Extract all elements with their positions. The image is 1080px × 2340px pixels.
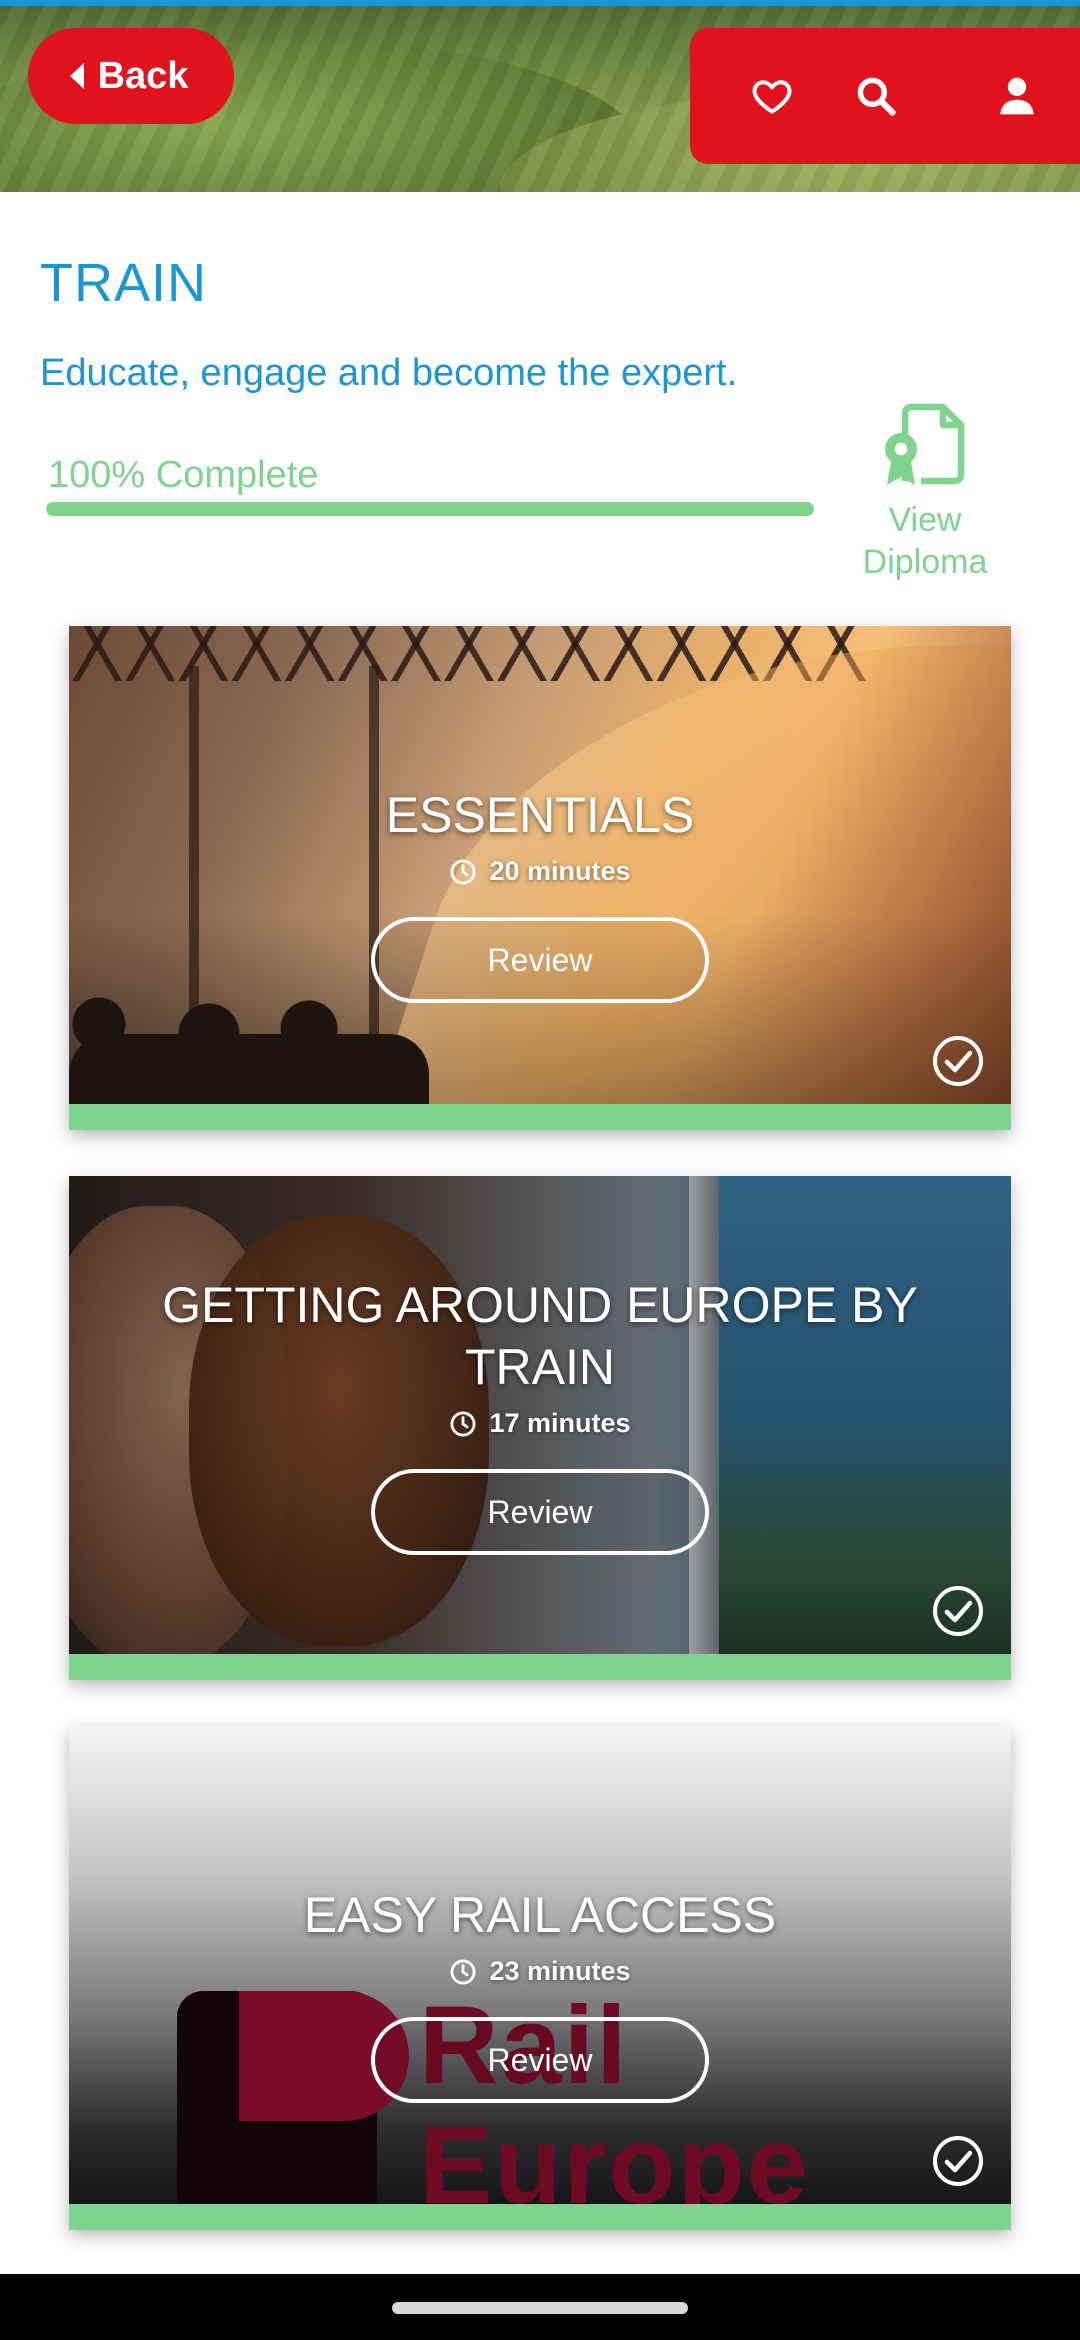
progress-label: 100% Complete — [48, 454, 319, 496]
module-duration-text: 17 minutes — [489, 1408, 631, 1438]
module-title: GETTING AROUND EUROPE BY TRAIN — [162, 1277, 918, 1395]
page-subtitle: Educate, engage and become the expert. — [40, 352, 738, 394]
module-complete-bar — [69, 1104, 1011, 1130]
module-complete-bar — [69, 1654, 1011, 1680]
page-title: TRAIN — [40, 253, 207, 313]
search-icon[interactable] — [854, 74, 898, 118]
check-circle-icon — [933, 1586, 983, 1636]
header-accent-line — [0, 0, 1080, 6]
review-button[interactable]: Review — [371, 1469, 709, 1555]
review-button[interactable]: Review — [371, 917, 709, 1003]
clock-icon — [450, 1411, 476, 1436]
module-title: EASY RAIL ACCESS — [303, 1887, 777, 1943]
diploma-icon — [885, 403, 965, 485]
heart-icon[interactable] — [750, 74, 794, 118]
check-circle-icon — [933, 2136, 983, 2186]
module-duration: 20 minutes — [69, 856, 1011, 887]
clock-icon — [450, 859, 476, 884]
view-diploma-label-line1: View — [888, 501, 962, 539]
progress-bar — [46, 502, 814, 516]
back-button-label: Back — [97, 54, 189, 97]
caret-left-icon — [69, 63, 84, 89]
module-duration-text: 20 minutes — [489, 856, 631, 886]
review-button[interactable]: Review — [371, 2017, 709, 2103]
module-duration: 23 minutes — [69, 1956, 1011, 1987]
module-card[interactable]: GETTING AROUND EUROPE BY TRAIN 17 minute… — [69, 1176, 1011, 1680]
view-diploma-button[interactable]: View Diploma — [840, 400, 1010, 583]
clock-icon — [450, 1959, 476, 1984]
user-icon[interactable] — [995, 74, 1039, 118]
back-button[interactable]: Back — [28, 28, 234, 124]
header-action-bar — [690, 28, 1080, 164]
check-circle-icon — [933, 1036, 983, 1086]
module-title: ESSENTIALS — [385, 787, 695, 843]
module-duration: 17 minutes — [69, 1408, 1011, 1439]
progress-bar-fill — [46, 502, 814, 516]
view-diploma-label-line2: Diploma — [862, 543, 988, 581]
module-complete-bar — [69, 2204, 1011, 2230]
home-gesture-handle[interactable] — [392, 2302, 688, 2314]
module-card[interactable]: ESSENTIALS 20 minutes Review — [69, 626, 1011, 1130]
module-card[interactable]: Rail Europe EASY RAIL ACCESS 23 minutes … — [69, 1726, 1011, 2230]
module-duration-text: 23 minutes — [489, 1956, 631, 1986]
